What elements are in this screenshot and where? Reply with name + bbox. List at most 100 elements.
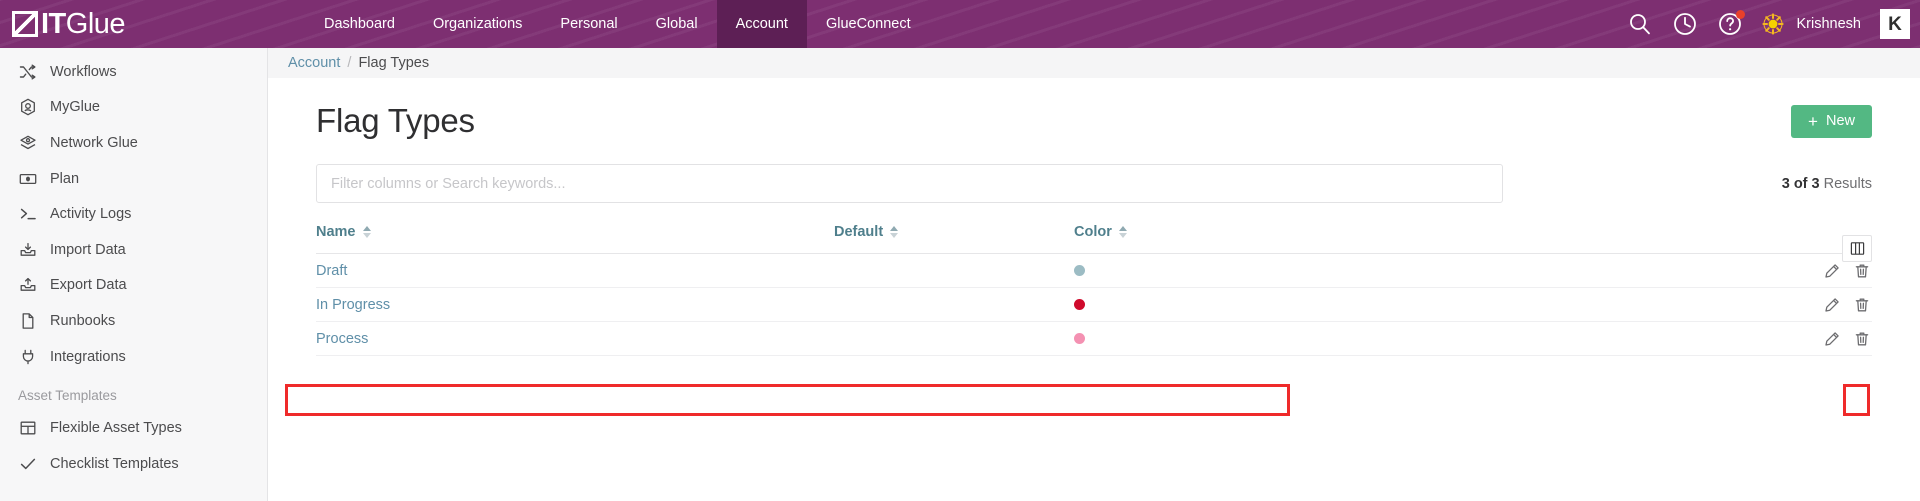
pencil-edit-icon[interactable] <box>1824 263 1840 279</box>
sidebar-item-checklist-templates[interactable]: Checklist Templates <box>0 446 267 482</box>
trash-delete-icon[interactable] <box>1854 297 1870 313</box>
sidebar-item-label: Checklist Templates <box>50 455 179 472</box>
logo-light: Glue <box>65 8 126 40</box>
nav-item-global[interactable]: Global <box>637 0 717 48</box>
sidebar-item-label: Plan <box>50 170 80 187</box>
sidebar-item-label: Integrations <box>50 348 126 365</box>
column-header-name[interactable]: Name <box>316 224 834 254</box>
row-name-cell: Draft <box>316 253 834 288</box>
new-button-label: New <box>1825 113 1855 129</box>
sidebar-item-runbooks[interactable]: Runbooks <box>0 303 267 339</box>
sun-icon[interactable] <box>1761 13 1784 35</box>
sidebar-item-label: Flexible Asset Types <box>50 420 182 437</box>
check-icon <box>18 454 37 473</box>
breadcrumb-account-link[interactable]: Account <box>288 55 340 71</box>
flag-type-link[interactable]: Draft <box>316 263 347 279</box>
row-color-cell <box>1074 321 1494 356</box>
breadcrumb: Account / Flag Types <box>268 48 1920 78</box>
search-input[interactable] <box>316 164 1503 203</box>
sidebar-item-activity-logs[interactable]: Activity Logs <box>0 196 267 232</box>
sidebar-item-label: Network Glue <box>50 134 138 151</box>
nav-item-glueconnect[interactable]: GlueConnect <box>807 0 930 48</box>
table-header-row: Name Default Color <box>316 224 1872 254</box>
new-button[interactable]: + New <box>1791 104 1872 138</box>
user-menu-label[interactable]: Krishnesh <box>1797 16 1861 32</box>
row-default-cell <box>834 321 1074 356</box>
nav-item-dashboard[interactable]: Dashboard <box>305 0 414 48</box>
row-default-cell <box>834 253 1074 288</box>
column-layout-icon[interactable] <box>1842 235 1872 262</box>
breadcrumb-separator: / <box>347 55 352 71</box>
row-name-cell: In Progress <box>316 287 834 322</box>
sidebar-item-myglue[interactable]: MyGlue <box>0 90 267 126</box>
color-swatch <box>1074 333 1085 344</box>
row-actions-cell <box>1494 253 1872 288</box>
help-notification-badge <box>1735 10 1745 19</box>
sidebar-item-import-data[interactable]: Import Data <box>0 232 267 268</box>
topbar-actions: Krishnesh K <box>1627 0 1910 48</box>
panel-header: Flag Types + New <box>316 78 1872 140</box>
import-tray-icon <box>18 240 37 259</box>
row-default-cell <box>834 287 1074 322</box>
column-header-default[interactable]: Default <box>834 224 1074 254</box>
top-navigation-bar: ITGlue Dashboard Organizations Personal … <box>0 0 1920 48</box>
table-row[interactable]: Process <box>316 321 1872 356</box>
row-color-cell <box>1074 253 1494 288</box>
sort-toggle-icon[interactable] <box>362 226 371 238</box>
itglue-logo[interactable]: ITGlue <box>12 7 126 41</box>
sort-toggle-icon[interactable] <box>1118 226 1127 238</box>
results-count-number: 3 of 3 <box>1781 175 1820 192</box>
logo-bold: IT <box>41 8 66 40</box>
page-title: Flag Types <box>316 102 475 139</box>
search-row: 3 of 3 Results <box>316 164 1872 203</box>
sidebar-item-label: MyGlue <box>50 99 100 116</box>
nav-item-organizations[interactable]: Organizations <box>414 0 541 48</box>
results-count-suffix: Results <box>1823 175 1872 192</box>
pencil-edit-icon[interactable] <box>1824 297 1840 313</box>
row-actions-cell <box>1494 321 1872 356</box>
row-name-cell: Process <box>316 321 834 356</box>
recent-history-clock-icon[interactable] <box>1672 11 1698 37</box>
column-header-label: Color <box>1074 224 1112 240</box>
app-switcher-label: K <box>1888 13 1902 35</box>
document-icon <box>18 311 37 330</box>
nav-item-account[interactable]: Account <box>716 0 807 48</box>
search-icon[interactable] <box>1627 11 1653 37</box>
sidebar-item-network-glue[interactable]: Network Glue <box>0 125 267 161</box>
sidebar-item-workflows[interactable]: Workflows <box>0 54 267 90</box>
sidebar-item-label: Workflows <box>50 63 117 80</box>
column-header-label: Default <box>834 224 884 240</box>
trash-delete-icon[interactable] <box>1854 263 1870 279</box>
breadcrumb-current: Flag Types <box>358 55 430 71</box>
help-question-icon[interactable] <box>1717 10 1745 37</box>
sidebar-item-label: Runbooks <box>50 312 116 329</box>
myglue-hexagon-icon <box>18 98 37 117</box>
row-actions-cell <box>1494 287 1872 322</box>
sidebar-item-export-data[interactable]: Export Data <box>0 268 267 304</box>
grid-table-icon <box>18 419 37 438</box>
trash-delete-icon[interactable] <box>1854 331 1870 347</box>
table-row[interactable]: In Progress <box>316 287 1872 322</box>
sidebar-item-plan[interactable]: Plan <box>0 161 267 197</box>
flag-type-link[interactable]: In Progress <box>316 297 390 313</box>
plug-icon <box>18 347 37 366</box>
nav-item-personal[interactable]: Personal <box>541 0 636 48</box>
sidebar-item-integrations[interactable]: Integrations <box>0 339 267 375</box>
column-header-color[interactable]: Color <box>1074 224 1494 254</box>
sidebar: Workflows MyGlue Network Glue Plan Activ… <box>0 48 268 501</box>
table-row[interactable]: Draft <box>316 253 1872 288</box>
network-glue-layers-icon <box>18 133 37 152</box>
itglue-logo-text: ITGlue <box>41 8 126 40</box>
app-switcher-button[interactable]: K <box>1880 9 1910 39</box>
column-header-actions <box>1494 224 1872 254</box>
flag-types-table: Name Default Color Draft In Progress Pro… <box>316 224 1872 356</box>
terminal-prompt-icon <box>18 205 37 224</box>
flag-type-link[interactable]: Process <box>316 331 368 347</box>
export-tray-icon <box>18 276 37 295</box>
main-content: Account / Flag Types Flag Types + New 3 … <box>268 48 1920 501</box>
pencil-edit-icon[interactable] <box>1824 331 1840 347</box>
sidebar-group-asset-templates: Asset Templates <box>18 388 117 404</box>
row-color-cell <box>1074 287 1494 322</box>
sidebar-item-flexible-asset-types[interactable]: Flexible Asset Types <box>0 410 267 446</box>
sort-toggle-icon[interactable] <box>890 226 899 238</box>
